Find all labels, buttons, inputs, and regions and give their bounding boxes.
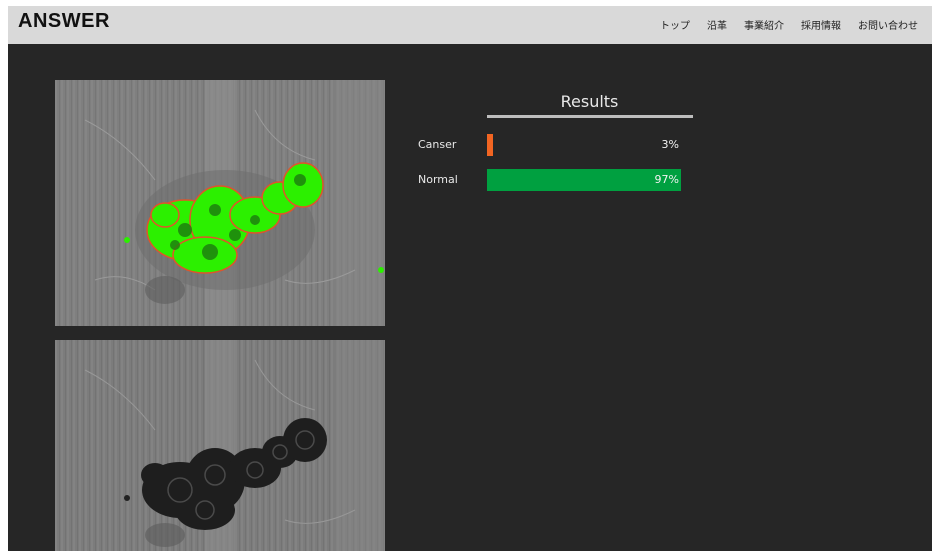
nav-item-top[interactable]: トップ xyxy=(660,17,690,32)
result-bar-normal xyxy=(487,169,681,191)
nav-item-business[interactable]: 事業紹介 xyxy=(744,17,784,32)
result-label-normal: Normal xyxy=(418,173,458,186)
results-title: Results xyxy=(560,92,619,111)
segmented-cell-image xyxy=(55,80,385,326)
result-track-normal: 97% xyxy=(487,169,687,191)
result-percent-canser: 3% xyxy=(661,138,679,151)
result-bar-canser xyxy=(487,134,493,156)
nav-item-history[interactable]: 沿革 xyxy=(707,17,727,32)
nav-item-contact[interactable]: お問い合わせ xyxy=(858,17,918,32)
result-track-canser: 3% xyxy=(487,134,687,156)
main-nav: トップ 沿革 事業紹介 採用情報 お問い合わせ xyxy=(660,17,918,32)
main-content: Results Canser 3% Normal 97% xyxy=(8,44,932,551)
app-frame: ANSWER トップ 沿革 事業紹介 採用情報 お問い合わせ Results C… xyxy=(8,6,932,551)
result-row-normal: Normal 97% xyxy=(408,169,708,191)
result-label-canser: Canser xyxy=(418,138,457,151)
raw-cell-image xyxy=(55,340,385,551)
results-divider xyxy=(487,115,693,118)
site-logo[interactable]: ANSWER xyxy=(18,10,110,33)
nav-item-recruit[interactable]: 採用情報 xyxy=(801,17,841,32)
result-row-canser: Canser 3% xyxy=(408,134,708,156)
result-percent-normal: 97% xyxy=(654,173,679,186)
site-header: ANSWER トップ 沿革 事業紹介 採用情報 お問い合わせ xyxy=(8,6,932,44)
